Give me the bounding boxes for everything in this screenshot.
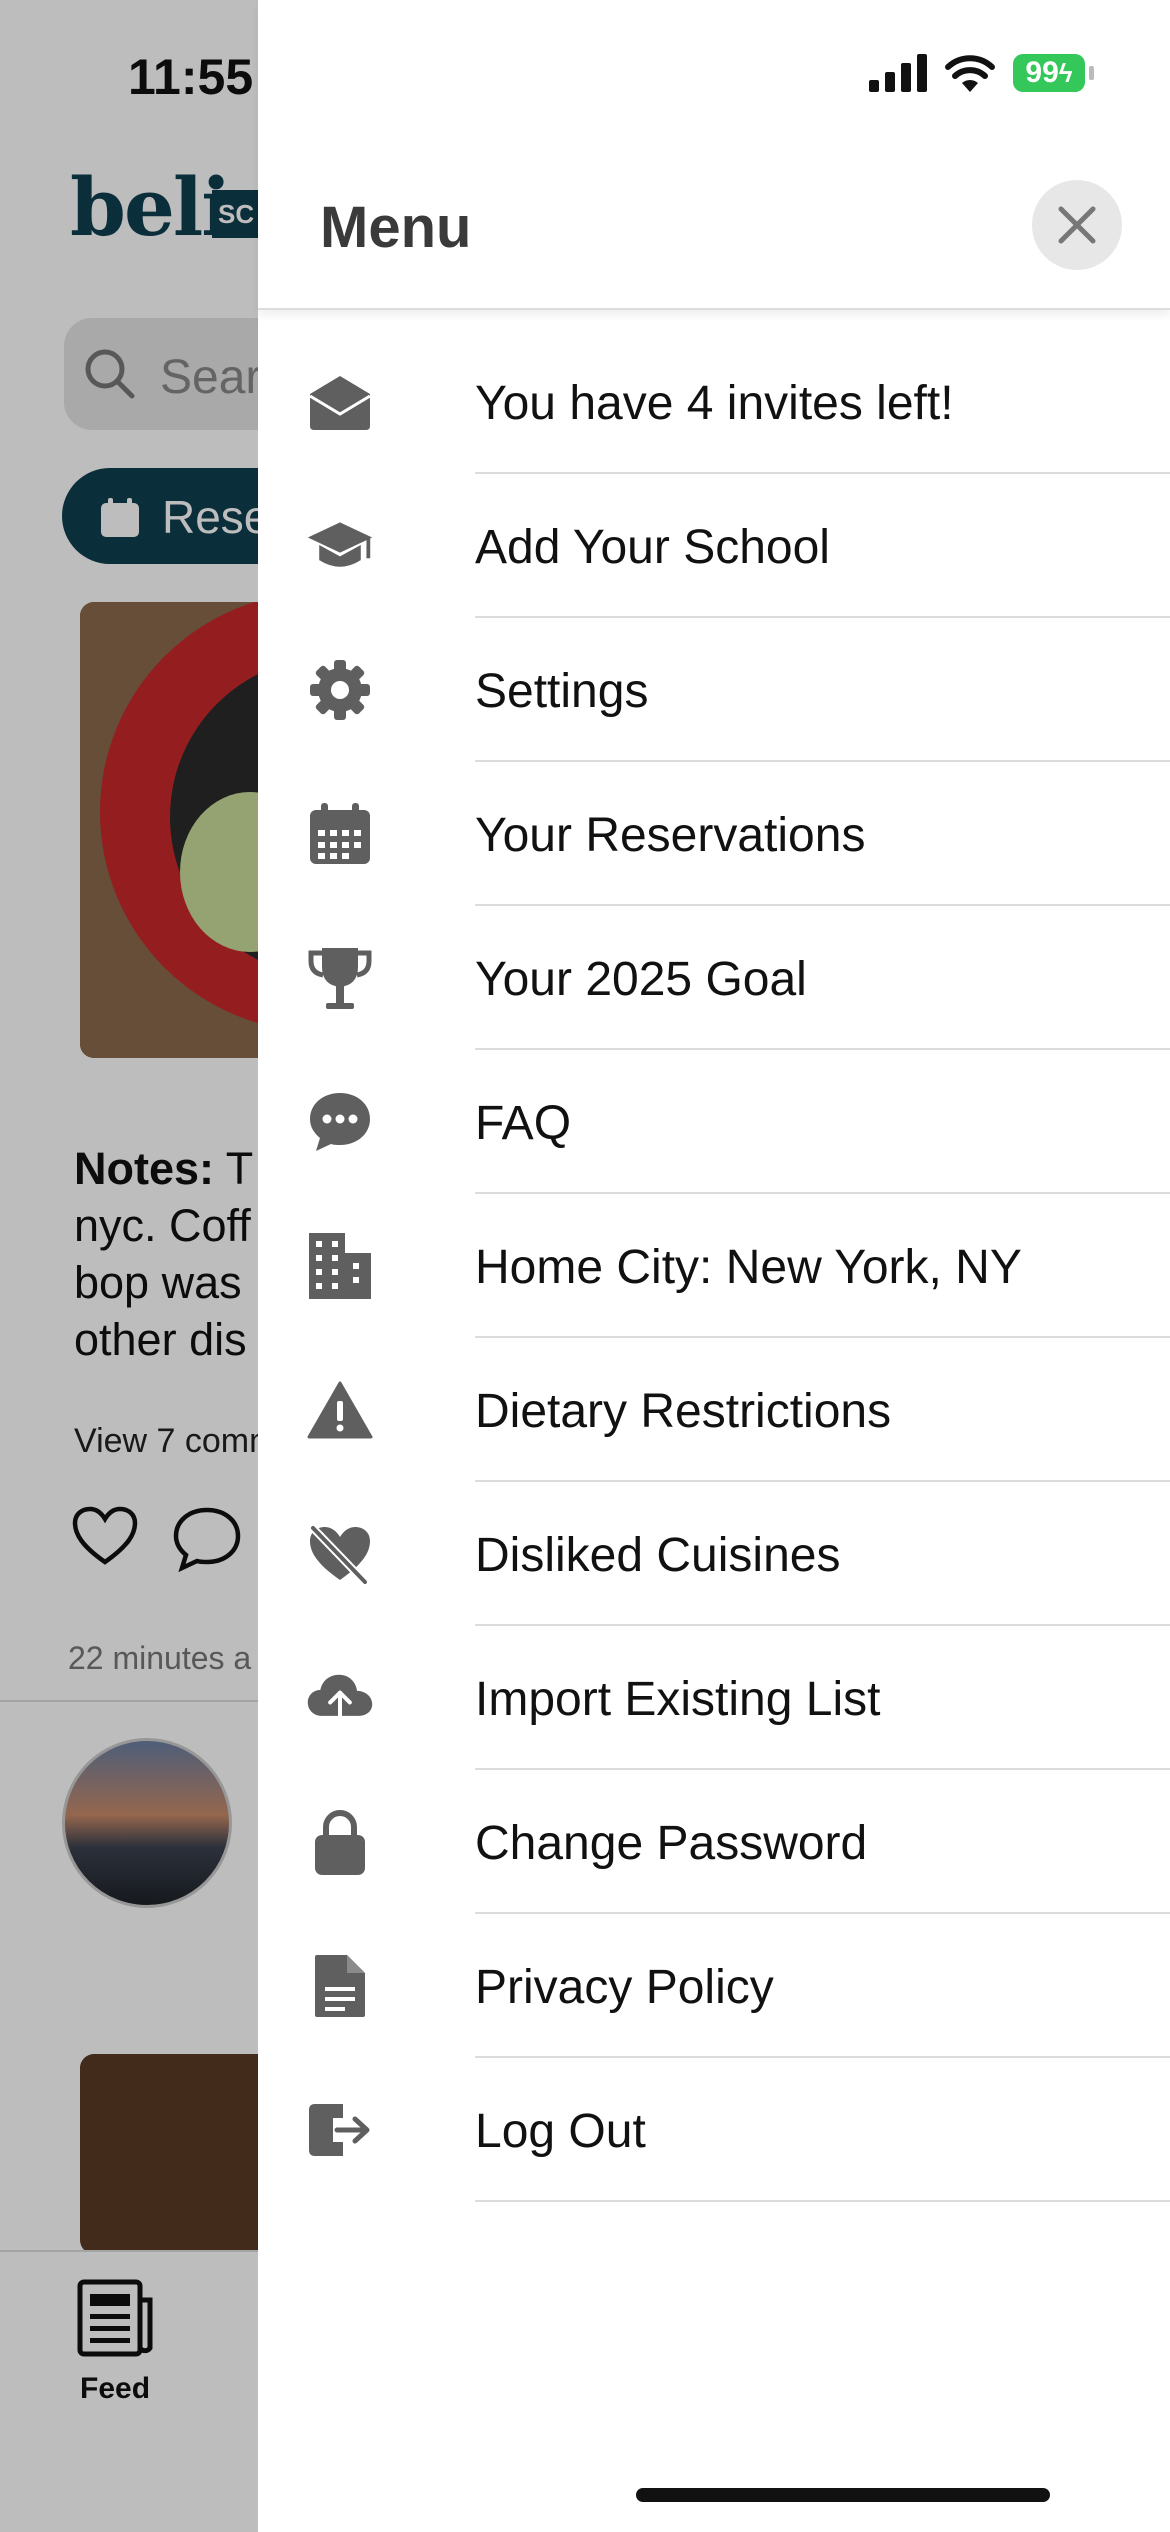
cloud-upload-icon bbox=[306, 1664, 374, 1732]
menu-item-label: Add Your School bbox=[475, 521, 830, 574]
cellular-signal-icon bbox=[869, 54, 927, 92]
menu-item-label: Change Password bbox=[475, 1817, 868, 1870]
graduation-cap-icon bbox=[306, 512, 374, 580]
calendar-icon bbox=[306, 800, 374, 868]
menu-item-reservations[interactable]: Your Reservations bbox=[258, 762, 1170, 906]
menu-item-log-out[interactable]: Log Out bbox=[258, 2058, 1170, 2202]
menu-item-add-school[interactable]: Add Your School bbox=[258, 474, 1170, 618]
divider bbox=[475, 2200, 1170, 2202]
close-button[interactable] bbox=[1032, 180, 1122, 270]
building-icon bbox=[306, 1232, 374, 1300]
menu-item-label: Your Reservations bbox=[475, 809, 866, 862]
menu-item-label: Log Out bbox=[475, 2105, 646, 2158]
side-menu-drawer: 99 ϟ Menu You have 4 invites left! Add Yo… bbox=[258, 0, 1170, 2532]
menu-item-home-city[interactable]: Home City: New York, NY bbox=[258, 1194, 1170, 1338]
heart-slash-icon bbox=[306, 1520, 374, 1588]
home-indicator[interactable] bbox=[636, 2488, 1050, 2502]
menu-item-label: Disliked Cuisines bbox=[475, 1529, 841, 1582]
menu-item-label: Home City: New York, NY bbox=[475, 1241, 1022, 1294]
menu-item-disliked-cuisines[interactable]: Disliked Cuisines bbox=[258, 1482, 1170, 1626]
trophy-icon bbox=[306, 944, 374, 1012]
menu-item-dietary[interactable]: Dietary Restrictions bbox=[258, 1338, 1170, 1482]
menu-item-label: Privacy Policy bbox=[475, 1961, 774, 2014]
battery-level: 99 bbox=[1025, 56, 1059, 89]
menu-item-label: Settings bbox=[475, 665, 649, 718]
menu-item-label: Dietary Restrictions bbox=[475, 1385, 892, 1438]
chat-bubble-icon bbox=[306, 1088, 374, 1156]
menu-item-label: You have 4 invites left! bbox=[475, 377, 954, 430]
menu-item-import-list[interactable]: Import Existing List bbox=[258, 1626, 1170, 1770]
drawer-title: Menu bbox=[320, 195, 472, 260]
menu-list: You have 4 invites left! Add Your School… bbox=[258, 330, 1170, 2202]
menu-item-settings[interactable]: Settings bbox=[258, 618, 1170, 762]
charging-bolt-icon: ϟ bbox=[1058, 57, 1073, 88]
battery-indicator: 99 ϟ bbox=[1013, 54, 1085, 92]
drawer-header: 99 ϟ Menu bbox=[258, 0, 1170, 310]
gear-icon bbox=[306, 656, 374, 724]
battery-cap bbox=[1089, 66, 1094, 80]
menu-item-invites[interactable]: You have 4 invites left! bbox=[258, 330, 1170, 474]
menu-item-privacy-policy[interactable]: Privacy Policy bbox=[258, 1914, 1170, 2058]
close-icon bbox=[1058, 206, 1096, 244]
status-icons: 99 ϟ bbox=[869, 54, 1094, 92]
menu-item-change-password[interactable]: Change Password bbox=[258, 1770, 1170, 1914]
wifi-icon bbox=[945, 55, 995, 92]
document-icon bbox=[306, 1952, 374, 2020]
menu-item-faq[interactable]: FAQ bbox=[258, 1050, 1170, 1194]
menu-item-goal[interactable]: Your 2025 Goal bbox=[258, 906, 1170, 1050]
logout-icon bbox=[306, 2096, 374, 2164]
warning-icon bbox=[306, 1376, 374, 1444]
menu-item-label: Your 2025 Goal bbox=[475, 953, 807, 1006]
envelope-open-icon bbox=[306, 368, 374, 436]
menu-item-label: Import Existing List bbox=[475, 1673, 881, 1726]
lock-icon bbox=[306, 1808, 374, 1876]
menu-item-label: FAQ bbox=[475, 1097, 572, 1150]
